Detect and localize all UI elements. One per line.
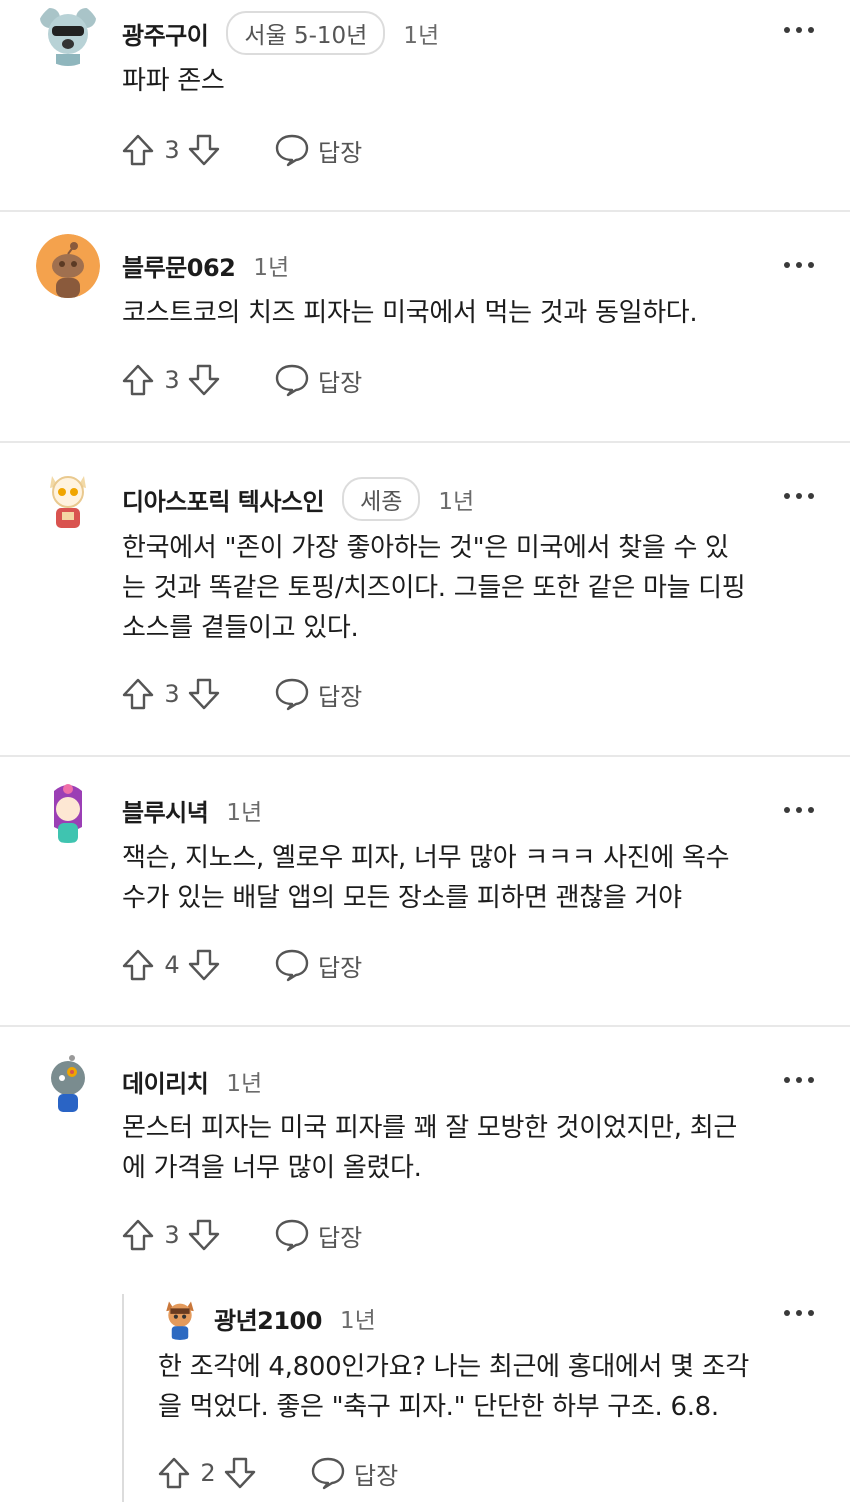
comment-body: 한국에서 "존이 가장 좋아하는 것"은 미국에서 찾을 수 있 는 것과 똑같… bbox=[122, 528, 822, 648]
comment-actions: 3 답장 bbox=[120, 1215, 362, 1255]
comment-line: 잭슨, 지노스, 옐로우 피자, 너무 많아 ㅋㅋㅋ 사진에 옥수 bbox=[122, 843, 730, 873]
downvote-icon[interactable] bbox=[186, 947, 222, 983]
comment-actions: 3 답장 bbox=[120, 130, 362, 170]
comment-age: 1년 bbox=[226, 1071, 263, 1097]
vote-score: 4 bbox=[164, 951, 180, 979]
comment-age: 1년 bbox=[253, 255, 290, 281]
chat-bubble-icon bbox=[274, 948, 310, 982]
comment-age: 1년 bbox=[339, 1308, 376, 1334]
reply-button[interactable]: 답장 bbox=[274, 948, 362, 983]
vote-score: 3 bbox=[164, 680, 180, 708]
more-options-button[interactable] bbox=[784, 245, 814, 285]
chat-bubble-icon bbox=[274, 677, 310, 711]
more-options-button[interactable] bbox=[784, 1060, 814, 1100]
username[interactable]: 광주구이 bbox=[122, 16, 209, 51]
avatar[interactable] bbox=[36, 466, 100, 530]
downvote-icon[interactable] bbox=[186, 132, 222, 168]
username[interactable]: 블루시녁 bbox=[122, 793, 209, 828]
downvote-icon[interactable] bbox=[186, 676, 222, 712]
comment-actions: 3 답장 bbox=[120, 360, 362, 400]
chat-bubble-icon bbox=[274, 133, 310, 167]
comment-actions: 3 답장 bbox=[120, 674, 362, 714]
comment-line: 을 먹었다. 좋은 "축구 피자." 단단한 하부 구조. 6.8. bbox=[158, 1392, 719, 1422]
comment-header: 데이리치 1년 bbox=[122, 1061, 262, 1101]
comment-actions: 2 답장 bbox=[156, 1453, 398, 1493]
reply-label: 답장 bbox=[318, 368, 363, 397]
divider bbox=[0, 755, 850, 757]
comment-header: 디아스포릭 텍사스인 세종 1년 bbox=[122, 477, 475, 521]
comment-header: 광주구이 서울 5-10년 1년 bbox=[122, 11, 440, 55]
more-options-button[interactable] bbox=[784, 476, 814, 516]
comment-age: 1년 bbox=[403, 23, 440, 49]
thread-line[interactable] bbox=[122, 1294, 124, 1502]
comment-body: 잭슨, 지노스, 옐로우 피자, 너무 많아 ㅋㅋㅋ 사진에 옥수 수가 있는 … bbox=[122, 838, 822, 918]
avatar[interactable] bbox=[36, 2, 100, 66]
divider bbox=[0, 210, 850, 212]
downvote-icon[interactable] bbox=[186, 1217, 222, 1253]
comment-line: 한국에서 "존이 가장 좋아하는 것"은 미국에서 찾을 수 있 bbox=[122, 533, 729, 563]
avatar[interactable] bbox=[36, 234, 100, 298]
comment-line: 소스를 곁들이고 있다. bbox=[122, 613, 359, 643]
comment-body: 한 조각에 4,800인가요? 나는 최근에 홍대에서 몇 조각 을 먹었다. … bbox=[158, 1347, 828, 1427]
reply-button[interactable]: 답장 bbox=[310, 1456, 398, 1491]
divider bbox=[0, 441, 850, 443]
comment-age: 1년 bbox=[438, 489, 475, 515]
vote-score: 3 bbox=[164, 366, 180, 394]
reply-button[interactable]: 답장 bbox=[274, 677, 362, 712]
upvote-icon[interactable] bbox=[120, 132, 156, 168]
user-flair: 세종 bbox=[342, 477, 421, 521]
comment-line: 수가 있는 배달 앱의 모든 장소를 피하면 괜찮을 거야 bbox=[122, 883, 682, 913]
username[interactable]: 광년2100 bbox=[214, 1301, 322, 1336]
reply-button[interactable]: 답장 bbox=[274, 133, 362, 168]
upvote-icon[interactable] bbox=[156, 1455, 192, 1491]
more-options-button[interactable] bbox=[784, 1293, 814, 1333]
comment-line: 에 가격을 너무 많이 올렸다. bbox=[122, 1153, 422, 1183]
comment-age: 1년 bbox=[226, 800, 263, 826]
comment-line: 파파 존스 bbox=[122, 66, 225, 96]
chat-bubble-icon bbox=[310, 1456, 346, 1490]
chat-bubble-icon bbox=[274, 1218, 310, 1252]
username[interactable]: 데이리치 bbox=[122, 1064, 209, 1099]
upvote-icon[interactable] bbox=[120, 362, 156, 398]
vote-score: 3 bbox=[164, 1221, 180, 1249]
more-options-button[interactable] bbox=[784, 10, 814, 50]
comment-header: 광년2100 1년 bbox=[214, 1298, 376, 1338]
username[interactable]: 블루문062 bbox=[122, 248, 236, 283]
comment-header: 블루문062 1년 bbox=[122, 245, 289, 285]
reply-label: 답장 bbox=[318, 953, 363, 982]
comment-body: 몬스터 피자는 미국 피자를 꽤 잘 모방한 것이었지만, 최근 에 가격을 너… bbox=[122, 1108, 822, 1188]
comment-line: 는 것과 똑같은 토핑/치즈이다. 그들은 또한 같은 마늘 디핑 bbox=[122, 573, 746, 603]
username[interactable]: 디아스포릭 텍사스인 bbox=[122, 482, 325, 517]
more-options-button[interactable] bbox=[784, 790, 814, 830]
downvote-icon[interactable] bbox=[222, 1455, 258, 1491]
avatar[interactable] bbox=[36, 1050, 100, 1114]
reply-button[interactable]: 답장 bbox=[274, 1218, 362, 1253]
reply-label: 답장 bbox=[354, 1461, 399, 1490]
comment-body: 파파 존스 bbox=[122, 61, 822, 101]
avatar[interactable] bbox=[36, 779, 100, 843]
divider bbox=[0, 1025, 850, 1027]
reply-label: 답장 bbox=[318, 682, 363, 711]
comment-actions: 4 답장 bbox=[120, 945, 362, 985]
vote-score: 2 bbox=[200, 1459, 216, 1487]
reply-button[interactable]: 답장 bbox=[274, 363, 362, 398]
reply-label: 답장 bbox=[318, 1223, 363, 1252]
comment-line: 한 조각에 4,800인가요? 나는 최근에 홍대에서 몇 조각 bbox=[158, 1352, 749, 1382]
comment-body: 코스트코의 치즈 피자는 미국에서 먹는 것과 동일하다. bbox=[122, 293, 822, 333]
downvote-icon[interactable] bbox=[186, 362, 222, 398]
comment-line: 코스트코의 치즈 피자는 미국에서 먹는 것과 동일하다. bbox=[122, 298, 698, 328]
upvote-icon[interactable] bbox=[120, 947, 156, 983]
reply-label: 답장 bbox=[318, 138, 363, 167]
comment-header: 블루시녁 1년 bbox=[122, 790, 262, 830]
upvote-icon[interactable] bbox=[120, 676, 156, 712]
avatar[interactable] bbox=[158, 1296, 202, 1340]
vote-score: 3 bbox=[164, 136, 180, 164]
upvote-icon[interactable] bbox=[120, 1217, 156, 1253]
user-flair: 서울 5-10년 bbox=[226, 11, 386, 55]
chat-bubble-icon bbox=[274, 363, 310, 397]
comment-line: 몬스터 피자는 미국 피자를 꽤 잘 모방한 것이었지만, 최근 bbox=[122, 1113, 737, 1143]
